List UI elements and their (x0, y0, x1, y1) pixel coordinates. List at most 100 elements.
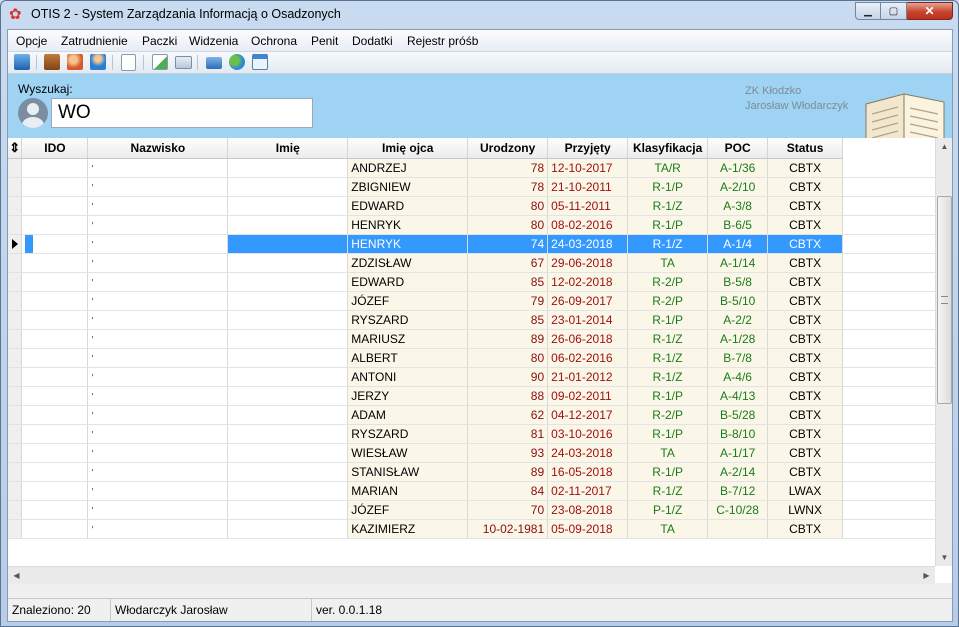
cell-klasyfikacja[interactable]: R-1/P (627, 424, 709, 444)
table-row[interactable]: ' RYSZARD 81 03-10-2016 R-1/P B-8/10 CBTX (8, 424, 952, 444)
cell-imie-ojca[interactable]: MARIAN (347, 481, 469, 501)
row-indicator[interactable] (8, 386, 23, 406)
cell-imie[interactable] (227, 310, 349, 330)
table-row[interactable]: ' STANISŁAW 89 16-05-2018 R-1/P A-2/14 CBTX (8, 462, 952, 482)
cell-klasyfikacja[interactable]: TA/R (627, 158, 709, 178)
cell-poc[interactable]: A-1/4 (707, 234, 769, 254)
cell-poc[interactable]: A-2/2 (707, 310, 769, 330)
scroll-right-icon[interactable]: ▶ (918, 567, 935, 584)
cell-poc[interactable]: A-1/14 (707, 253, 769, 273)
cell-nazwisko[interactable]: ' (87, 481, 229, 501)
cell-nazwisko[interactable]: ' (87, 348, 229, 368)
cell-ido[interactable] (21, 500, 89, 520)
cell-imie-ojca[interactable]: ZBIGNIEW (347, 177, 469, 197)
table-row[interactable]: ' MARIAN 84 02-11-2017 R-1/Z B-7/12 LWAX (8, 481, 952, 501)
column-imie-ojca[interactable]: Imię ojca (347, 138, 469, 159)
cell-klasyfikacja[interactable]: TA (627, 253, 709, 273)
row-indicator[interactable] (8, 481, 23, 501)
cell-ido[interactable] (21, 291, 89, 311)
row-indicator[interactable] (8, 519, 23, 539)
cell-przyjety[interactable]: 23-01-2014 (547, 310, 629, 330)
cell-imie[interactable] (227, 405, 349, 425)
cell-poc[interactable]: B-7/8 (707, 348, 769, 368)
menu-zatrudnienie[interactable]: Zatrudnienie (61, 34, 128, 48)
cell-imie-ojca[interactable]: EDWARD (347, 196, 469, 216)
cell-przyjety[interactable]: 02-11-2017 (547, 481, 629, 501)
cell-status[interactable]: CBTX (767, 253, 844, 273)
cell-urodzony[interactable]: 84 (467, 481, 549, 501)
cell-nazwisko[interactable]: ' (87, 443, 229, 463)
menu-opcje[interactable]: Opcje (16, 34, 47, 48)
cell-poc[interactable] (707, 519, 769, 539)
cell-przyjety[interactable]: 09-02-2011 (547, 386, 629, 406)
cell-urodzony[interactable]: 85 (467, 272, 549, 292)
cell-imie-ojca[interactable]: RYSZARD (347, 310, 469, 330)
cell-przyjety[interactable]: 12-02-2018 (547, 272, 629, 292)
cell-imie[interactable] (227, 348, 349, 368)
cell-ido[interactable] (21, 234, 89, 254)
cell-ido[interactable] (21, 177, 89, 197)
cell-nazwisko[interactable]: ' (87, 310, 229, 330)
cell-ido[interactable] (21, 481, 89, 501)
cell-imie-ojca[interactable]: STANISŁAW (347, 462, 469, 482)
search-input[interactable] (51, 98, 313, 128)
table-row[interactable]: ' ZDZISŁAW 67 29-06-2018 TA A-1/14 CBTX (8, 253, 952, 273)
cell-urodzony[interactable]: 79 (467, 291, 549, 311)
cell-nazwisko[interactable]: ' (87, 158, 229, 178)
cell-urodzony[interactable]: 93 (467, 443, 549, 463)
cell-status[interactable]: CBTX (767, 405, 844, 425)
cell-nazwisko[interactable]: ' (87, 329, 229, 349)
vertical-scrollbar[interactable]: ▲ ▼ (935, 138, 952, 566)
row-indicator[interactable] (8, 462, 23, 482)
cell-nazwisko[interactable]: ' (87, 519, 229, 539)
cell-przyjety[interactable]: 26-06-2018 (547, 329, 629, 349)
cell-imie-ojca[interactable]: ALBERT (347, 348, 469, 368)
cell-imie-ojca[interactable]: HENRYK (347, 234, 469, 254)
column-imie[interactable]: Imię (227, 138, 349, 159)
title-bar[interactable]: ✿ OTIS 2 - System Zarządzania Informacją… (1, 1, 958, 29)
cell-klasyfikacja[interactable]: R-1/Z (627, 367, 709, 387)
cell-ido[interactable] (21, 310, 89, 330)
cell-poc[interactable]: A-1/36 (707, 158, 769, 178)
cell-ido[interactable] (21, 405, 89, 425)
cell-poc[interactable]: A-2/14 (707, 462, 769, 482)
row-indicator[interactable] (8, 234, 23, 254)
cell-poc[interactable]: C-10/28 (707, 500, 769, 520)
cell-status[interactable]: CBTX (767, 348, 844, 368)
cell-imie[interactable] (227, 500, 349, 520)
cell-klasyfikacja[interactable]: R-2/P (627, 272, 709, 292)
cell-nazwisko[interactable]: ' (87, 253, 229, 273)
cell-urodzony[interactable]: 74 (467, 234, 549, 254)
cell-nazwisko[interactable]: ' (87, 500, 229, 520)
cell-poc[interactable]: A-4/6 (707, 367, 769, 387)
table-row[interactable]: ' MARIUSZ 89 26-06-2018 R-1/Z A-1/28 CBTX (8, 329, 952, 349)
cell-poc[interactable]: B-5/8 (707, 272, 769, 292)
row-indicator[interactable] (8, 443, 23, 463)
cell-imie[interactable] (227, 253, 349, 273)
minimize-button[interactable]: ▁ (855, 2, 881, 20)
cell-klasyfikacja[interactable]: R-1/P (627, 386, 709, 406)
table-row[interactable]: ' ADAM 62 04-12-2017 R-2/P B-5/28 CBTX (8, 405, 952, 425)
cell-przyjety[interactable]: 29-06-2018 (547, 253, 629, 273)
table-row[interactable]: ' ANDRZEJ 78 12-10-2017 TA/R A-1/36 CBTX (8, 158, 952, 178)
cell-status[interactable]: CBTX (767, 462, 844, 482)
cell-imie-ojca[interactable]: WIESŁAW (347, 443, 469, 463)
cell-imie-ojca[interactable]: KAZIMIERZ (347, 519, 469, 539)
cell-nazwisko[interactable]: ' (87, 386, 229, 406)
cell-ido[interactable] (21, 215, 89, 235)
user-icon[interactable] (90, 54, 106, 70)
cell-ido[interactable] (21, 386, 89, 406)
table-row[interactable]: ' ZBIGNIEW 78 21-10-2011 R-1/P A-2/10 CBTX (8, 177, 952, 197)
cell-status[interactable]: CBTX (767, 443, 844, 463)
column-ido[interactable]: IDO (21, 138, 89, 159)
cell-przyjety[interactable]: 05-09-2018 (547, 519, 629, 539)
cell-przyjety[interactable]: 08-02-2016 (547, 215, 629, 235)
cell-imie-ojca[interactable]: ADAM (347, 405, 469, 425)
cell-imie[interactable] (227, 158, 349, 178)
horizontal-scrollbar[interactable]: ◀ ▶ (8, 566, 935, 584)
cell-urodzony[interactable]: 80 (467, 215, 549, 235)
cell-status[interactable]: CBTX (767, 177, 844, 197)
scroll-thumb[interactable] (937, 196, 952, 404)
menu-rejestr-prosb[interactable]: Rejestr próśb (407, 34, 478, 48)
cell-nazwisko[interactable]: ' (87, 234, 229, 254)
